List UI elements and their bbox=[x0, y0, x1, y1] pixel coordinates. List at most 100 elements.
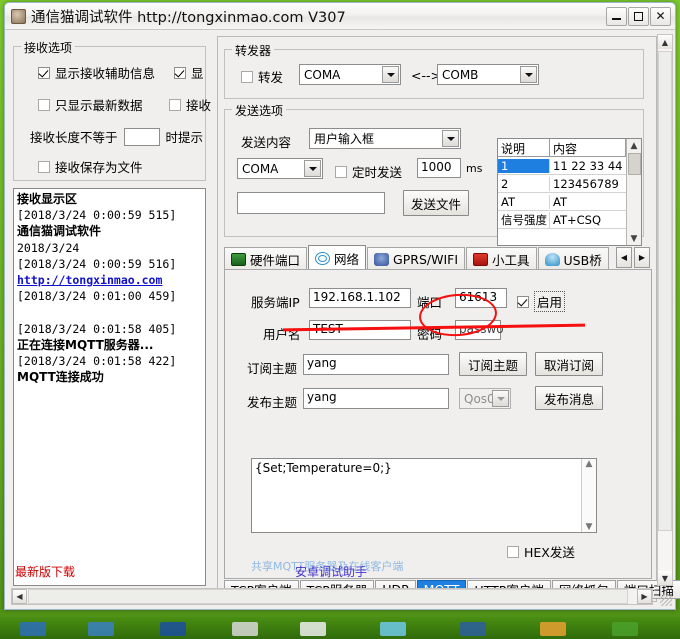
resize-grip[interactable] bbox=[660, 594, 672, 606]
table-vertical-scrollbar[interactable]: ▲ ▼ bbox=[626, 139, 641, 245]
show-partial-checkbox-row[interactable]: 显 bbox=[174, 63, 204, 82]
publish-message-value: {Set;Temperature=0;} bbox=[255, 461, 392, 475]
window-horizontal-scrollbar[interactable]: ◀ ▶ bbox=[11, 588, 653, 605]
chevron-down-icon[interactable] bbox=[442, 130, 459, 147]
forwarder-port-a-select[interactable]: COMA bbox=[299, 64, 401, 85]
subscribe-button[interactable]: 订阅主题 bbox=[459, 352, 527, 376]
window-controls: ✕ bbox=[606, 6, 673, 26]
taskbar-icon[interactable] bbox=[540, 622, 566, 636]
recv-partial-checkbox[interactable] bbox=[169, 98, 181, 111]
maximize-button[interactable] bbox=[628, 6, 649, 26]
unsubscribe-button[interactable]: 取消订阅 bbox=[535, 352, 603, 376]
scroll-thumb[interactable] bbox=[28, 589, 628, 604]
taskbar-icon[interactable] bbox=[612, 622, 638, 636]
chevron-down-icon[interactable] bbox=[304, 160, 321, 177]
scroll-thumb[interactable] bbox=[627, 153, 641, 175]
taskbar-icon[interactable] bbox=[460, 622, 486, 636]
only-latest-label: 只显示最新数据 bbox=[55, 98, 143, 113]
scroll-up-icon[interactable]: ▲ bbox=[658, 35, 672, 49]
send-shortcut-table[interactable]: 说明 内容 111 22 33 44 552123456789ATAT信号强度A… bbox=[497, 138, 642, 246]
scroll-down-icon[interactable]: ▼ bbox=[586, 522, 593, 532]
chevron-down-icon[interactable] bbox=[492, 390, 509, 407]
publish-message-textarea[interactable]: {Set;Temperature=0;} ▲ ▼ bbox=[251, 458, 597, 533]
show-aux-info-checkbox-row[interactable]: 显示接收辅助信息 bbox=[38, 63, 155, 82]
taskbar-icon[interactable] bbox=[20, 622, 46, 636]
receive-display-area[interactable]: 接收显示区 [2018/3/24 0:00:59 515] 通信猫调试软件 2018… bbox=[13, 188, 206, 586]
username-label: 用户名 bbox=[263, 327, 301, 342]
scroll-up-icon[interactable]: ▲ bbox=[631, 139, 638, 152]
length-value-input[interactable] bbox=[123, 127, 160, 146]
receive-log-line: [2018/3/24 0:00:59 516] bbox=[17, 256, 177, 271]
send-file-button[interactable]: 发送文件 bbox=[403, 190, 469, 216]
send-content-select[interactable]: 用户输入框 bbox=[309, 128, 461, 149]
save-to-file-label: 接收保存为文件 bbox=[55, 160, 143, 175]
latest-version-download-link[interactable]: 最新版下载 bbox=[15, 563, 75, 580]
window-client-area: 接收选项 显示接收辅助信息 显 只显示最新数据 接收 接收长度不等于 时提示 接… bbox=[5, 30, 680, 609]
forward-enable-row[interactable]: 转发 bbox=[241, 67, 283, 86]
icon-tab-strip[interactable]: 硬件端口 网络 GPRS/WIFI 小工具 USB桥 bbox=[224, 244, 652, 270]
only-latest-checkbox[interactable] bbox=[38, 98, 50, 111]
taskbar-icon[interactable] bbox=[160, 622, 186, 636]
publish-topic-input[interactable]: yang bbox=[303, 388, 449, 409]
minimize-button[interactable] bbox=[606, 6, 627, 26]
publish-button[interactable]: 发布消息 bbox=[535, 386, 603, 410]
timed-send-row[interactable]: 定时发送 bbox=[335, 162, 402, 181]
qos-select[interactable]: Qos0 bbox=[459, 388, 511, 409]
table-row[interactable]: 111 22 33 44 55 bbox=[498, 157, 641, 175]
chevron-down-icon[interactable] bbox=[382, 66, 399, 83]
server-ip-input[interactable]: 192.168.1.102 bbox=[309, 288, 411, 308]
taskbar-icon[interactable] bbox=[300, 622, 326, 636]
save-to-file-checkbox[interactable] bbox=[38, 160, 50, 173]
send-interval-input[interactable]: 1000 bbox=[417, 158, 461, 178]
taskbar-icon[interactable] bbox=[88, 622, 114, 636]
show-partial-checkbox[interactable] bbox=[174, 66, 186, 79]
scroll-right-icon[interactable]: ▶ bbox=[637, 589, 652, 604]
forwarder-group: 转发器 转发 COMA <--> COMB bbox=[224, 42, 644, 99]
android-debug-assistant-link[interactable]: 安卓调试助手 bbox=[295, 563, 367, 580]
forwarder-port-b-select[interactable]: COMB bbox=[437, 64, 539, 85]
forward-enable-checkbox[interactable] bbox=[241, 70, 253, 83]
scroll-thumb[interactable] bbox=[658, 51, 672, 531]
hex-send-label: HEX发送 bbox=[524, 545, 575, 560]
taskbar-icon[interactable] bbox=[380, 622, 406, 636]
hex-send-checkbox[interactable] bbox=[507, 545, 519, 558]
close-button[interactable]: ✕ bbox=[650, 6, 671, 26]
save-to-file-checkbox-row[interactable]: 接收保存为文件 bbox=[38, 157, 143, 176]
table-cell-name: 2 bbox=[498, 176, 550, 191]
port-input[interactable]: 61613 bbox=[455, 288, 507, 308]
password-input[interactable]: passwo bbox=[455, 320, 504, 340]
send-port-select[interactable]: COMA bbox=[237, 158, 323, 179]
window-title: 通信猫调试软件 http://tongxinmao.com V307 bbox=[31, 9, 346, 26]
send-content-value: 用户输入框 bbox=[314, 132, 375, 146]
chevron-down-icon[interactable] bbox=[520, 66, 537, 83]
subscribe-topic-input[interactable]: yang bbox=[303, 354, 449, 375]
taskbar-icon[interactable] bbox=[232, 622, 258, 636]
tab-scroll-left-button[interactable]: ◀ bbox=[616, 247, 632, 268]
receive-log-line bbox=[17, 304, 202, 320]
tab-小工具[interactable]: 小工具 bbox=[466, 247, 537, 270]
window-vertical-scrollbar[interactable]: ▲ ▼ bbox=[657, 34, 673, 586]
receive-log-line: http://tongxinmao.com bbox=[17, 273, 163, 288]
table-row[interactable]: 信号强度 AT+CSQ bbox=[498, 211, 641, 229]
table-cell-content: 123456789 bbox=[553, 176, 619, 191]
mqtt-enable-row[interactable]: 启用 bbox=[517, 291, 566, 312]
server-ip-label: 服务端IP bbox=[251, 295, 300, 310]
table-row[interactable]: AT AT bbox=[498, 193, 641, 211]
scroll-up-icon[interactable]: ▲ bbox=[586, 459, 593, 469]
timed-send-checkbox[interactable] bbox=[335, 165, 347, 178]
recv-partial-checkbox-row[interactable]: 接收 bbox=[169, 95, 211, 114]
show-aux-info-checkbox[interactable] bbox=[38, 66, 50, 79]
mqtt-enable-checkbox[interactable] bbox=[517, 295, 529, 308]
table-row[interactable]: 2 123456789 bbox=[498, 175, 641, 193]
username-input[interactable]: TEST bbox=[309, 320, 411, 340]
tab-USB桥[interactable]: USB桥 bbox=[537, 247, 609, 270]
tab-网络[interactable]: 网络 bbox=[308, 245, 367, 270]
scroll-left-icon[interactable]: ◀ bbox=[12, 589, 27, 604]
send-file-path-input[interactable] bbox=[237, 192, 385, 214]
message-vertical-scrollbar[interactable]: ▲ ▼ bbox=[581, 459, 596, 532]
tab-GPRS/WIFI[interactable]: GPRS/WIFI bbox=[367, 247, 466, 270]
tab-硬件端口[interactable]: 硬件端口 bbox=[224, 247, 308, 270]
tab-scroll-right-button[interactable]: ▶ bbox=[634, 247, 650, 268]
hex-send-row[interactable]: HEX发送 bbox=[507, 542, 575, 561]
only-latest-checkbox-row[interactable]: 只显示最新数据 bbox=[38, 95, 143, 114]
